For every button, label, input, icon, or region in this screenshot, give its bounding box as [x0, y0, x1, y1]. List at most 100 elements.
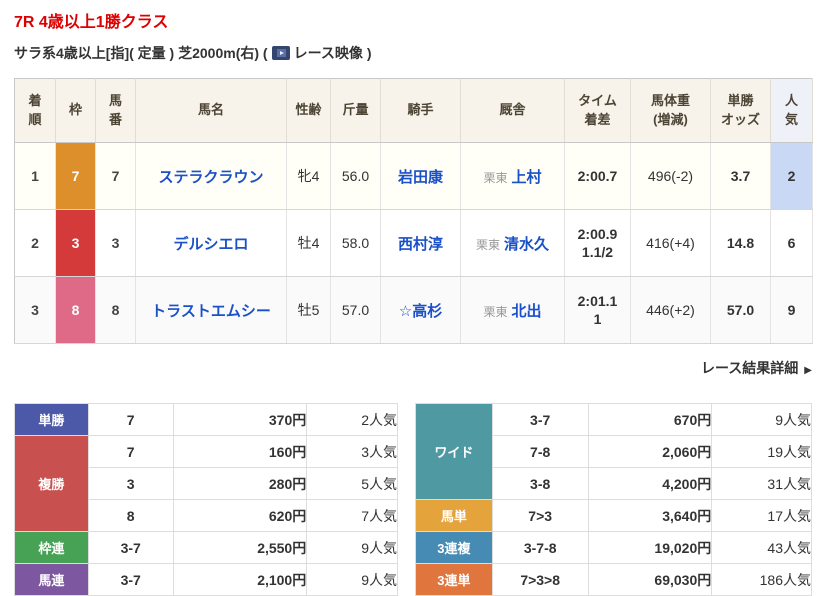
- horse-name-cell: デルシエロ: [136, 210, 287, 277]
- horse-number-cell: 7: [96, 143, 136, 210]
- race-result-page: 7R 4歳以上1勝クラス サラ系4歳以上[指]( 定量 ) 芝2000m(右) …: [0, 0, 826, 596]
- time-margin-cell: 2:00.91.1/2: [565, 210, 631, 277]
- race-results-table: 着 順枠馬 番馬名性齢斤量騎手厩舎タイム 着差馬体重 (増減)単勝 オッズ人 気…: [14, 78, 813, 344]
- payout-amount: 620円: [173, 500, 307, 532]
- column-header-time: タイム 着差: [565, 79, 631, 143]
- payout-row: 複勝7160円3人気: [15, 436, 398, 468]
- payout-combination: 3-7: [88, 532, 173, 564]
- results-header-row: 着 順枠馬 番馬名性齢斤量騎手厩舎タイム 着差馬体重 (増減)単勝 オッズ人 気: [15, 79, 813, 143]
- payout-table-right: ワイド3-7670円9人気7-82,060円19人気3-84,200円31人気馬…: [415, 403, 812, 596]
- column-header-jockey: 騎手: [381, 79, 461, 143]
- payout-type-label: 複勝: [15, 436, 89, 532]
- column-header-odds: 単勝 オッズ: [711, 79, 771, 143]
- popularity-cell: 6: [771, 210, 813, 277]
- race-conditions-text: サラ系4歳以上[指]( 定量 ) 芝2000m(右) (: [14, 43, 268, 63]
- payout-amount: 4,200円: [588, 468, 712, 500]
- jockey-cell: ☆高杉: [381, 277, 461, 344]
- payout-row: 馬連3-72,100円9人気: [15, 564, 398, 596]
- horse-name-link[interactable]: トラストエムシー: [151, 303, 271, 320]
- carried-weight-cell: 58.0: [331, 210, 381, 277]
- carried-weight-cell: 57.0: [331, 277, 381, 344]
- result-row: 177 ステラクラウン 牝456.0 岩田康 栗東上村2:00.7496(-2)3.72: [15, 143, 813, 210]
- body-weight-cell: 416(+4): [631, 210, 711, 277]
- popularity-cell: 2: [771, 143, 813, 210]
- race-conditions: サラ系4歳以上[指]( 定量 ) 芝2000m(右) ( レース映像 ): [14, 43, 812, 63]
- payout-row: 3連単7>3>869,030円186人気: [416, 564, 812, 596]
- column-header-horse: 馬名: [136, 79, 287, 143]
- detail-link-label: レース結果詳細: [701, 360, 798, 376]
- payout-amount: 2,060円: [588, 436, 712, 468]
- payout-amount: 160円: [173, 436, 307, 468]
- trainer-link[interactable]: 清水久: [504, 236, 549, 253]
- payout-amount: 370円: [173, 404, 307, 436]
- jockey-cell: 岩田康: [381, 143, 461, 210]
- payout-combination: 7>3>8: [492, 564, 588, 596]
- stable-cell: 栗東北出: [461, 277, 565, 344]
- win-odds-cell: 3.7: [711, 143, 771, 210]
- horse-name-cell: トラストエムシー: [136, 277, 287, 344]
- horse-number-cell: 8: [96, 277, 136, 344]
- sex-age-cell: 牡4: [287, 210, 331, 277]
- sex-age-cell: 牝4: [287, 143, 331, 210]
- jockey-link[interactable]: ☆高杉: [399, 303, 442, 320]
- horse-number-cell: 3: [96, 210, 136, 277]
- jockey-link[interactable]: 岩田康: [398, 169, 443, 186]
- payout-popularity: 3人気: [307, 436, 398, 468]
- race-video-link[interactable]: レース映像: [294, 43, 363, 63]
- stable-region-label: 栗東: [483, 305, 507, 319]
- margin: 1.1/2: [565, 243, 630, 261]
- payout-popularity: 43人気: [712, 532, 812, 564]
- finish-time: 2:00.7: [565, 167, 630, 185]
- payout-row: 馬単7>33,640円17人気: [416, 500, 812, 532]
- trainer-link[interactable]: 上村: [512, 169, 542, 186]
- column-header-horseno: 馬 番: [96, 79, 136, 143]
- column-header-bw: 馬体重 (増減): [631, 79, 711, 143]
- column-header-weight: 斤量: [331, 79, 381, 143]
- column-header-pop: 人 気: [771, 79, 813, 143]
- payout-type-label: 3連単: [416, 564, 493, 596]
- race-result-detail-link[interactable]: レース結果詳細▶: [701, 360, 812, 376]
- payout-row: 単勝7370円2人気: [15, 404, 398, 436]
- payout-popularity: 9人気: [307, 564, 398, 596]
- race-title: 7R 4歳以上1勝クラス: [14, 8, 812, 32]
- payout-combination: 7: [88, 436, 173, 468]
- payout-popularity: 5人気: [307, 468, 398, 500]
- payout-type-label: 馬単: [416, 500, 493, 532]
- win-odds-cell: 57.0: [711, 277, 771, 344]
- payout-amount: 670円: [588, 404, 712, 436]
- win-odds-cell: 14.8: [711, 210, 771, 277]
- payout-popularity: 186人気: [712, 564, 812, 596]
- body-weight-cell: 446(+2): [631, 277, 711, 344]
- frame-number-cell: 7: [56, 143, 96, 210]
- sex-age-cell: 牡5: [287, 277, 331, 344]
- payout-row: 枠連3-72,550円9人気: [15, 532, 398, 564]
- payout-popularity: 9人気: [307, 532, 398, 564]
- payout-amount: 19,020円: [588, 532, 712, 564]
- stable-region-label: 栗東: [476, 238, 500, 252]
- trainer-link[interactable]: 北出: [512, 303, 542, 320]
- payout-section: 単勝7370円2人気複勝7160円3人気3280円5人気8620円7人気枠連3-…: [14, 403, 812, 596]
- stable-cell: 栗東清水久: [461, 210, 565, 277]
- payout-combination: 7-8: [492, 436, 588, 468]
- payout-amount: 2,550円: [173, 532, 307, 564]
- carried-weight-cell: 56.0: [331, 143, 381, 210]
- jockey-link[interactable]: 西村淳: [398, 236, 443, 253]
- finish-position-cell: 1: [15, 143, 56, 210]
- payout-combination: 7: [88, 404, 173, 436]
- result-row: 233デルシエロ牡458.0西村淳栗東清水久2:00.91.1/2416(+4)…: [15, 210, 813, 277]
- horse-name-link[interactable]: ステラクラウン: [158, 169, 263, 186]
- horse-name-link[interactable]: デルシエロ: [173, 236, 248, 253]
- payout-amount: 280円: [173, 468, 307, 500]
- payout-combination: 8: [88, 500, 173, 532]
- frame-number-cell: 8: [56, 277, 96, 344]
- payout-type-label: 3連複: [416, 532, 493, 564]
- payout-combination: 3-7-8: [492, 532, 588, 564]
- payout-popularity: 19人気: [712, 436, 812, 468]
- finish-time: 2:01.1: [565, 292, 630, 310]
- payout-type-label: 単勝: [15, 404, 89, 436]
- payout-table-left: 単勝7370円2人気複勝7160円3人気3280円5人気8620円7人気枠連3-…: [14, 403, 398, 596]
- finish-position-cell: 2: [15, 210, 56, 277]
- stable-cell: 栗東上村: [461, 143, 565, 210]
- payout-combination: 3-7: [492, 404, 588, 436]
- body-weight-cell: 496(-2): [631, 143, 711, 210]
